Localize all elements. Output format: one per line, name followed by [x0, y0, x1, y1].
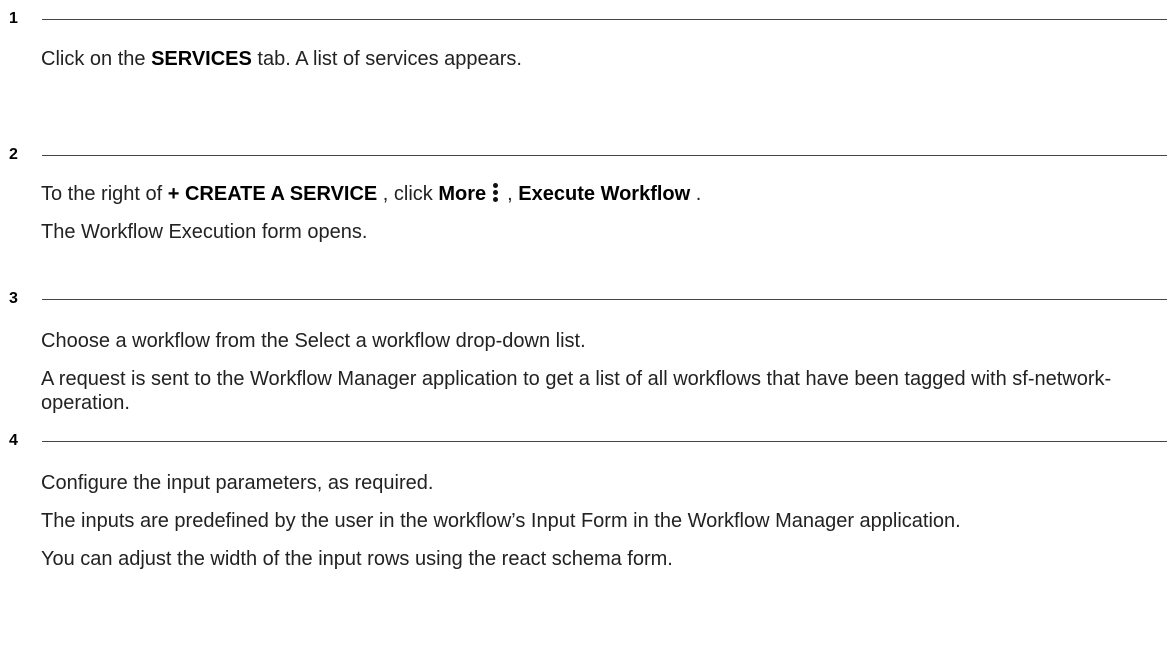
step-number: 4	[9, 432, 18, 449]
step-header: 4	[0, 422, 1173, 450]
instruction-text: Click on the	[41, 48, 152, 70]
step-number: 3	[9, 290, 18, 307]
create-service-reference: + CREATE A SERVICE	[167, 183, 378, 205]
step-instruction: Click on the SERVICES tab. A list of ser…	[41, 47, 1153, 71]
step-divider	[42, 299, 1167, 300]
instruction-text: tab. A list of services appears.	[251, 48, 522, 70]
step-header: 3	[0, 280, 1173, 308]
step-3: 3 Choose a workflow from the Select a wo…	[0, 280, 1173, 422]
step-2: 2 To the right of + CREATE A SERVICE , c…	[0, 136, 1173, 280]
step-number: 1	[9, 10, 18, 27]
instruction-text: ,	[507, 183, 519, 205]
instruction-text: .	[690, 183, 702, 205]
step-number: 2	[9, 146, 18, 163]
instruction-text: To the right of	[41, 183, 168, 205]
step-body: To the right of + CREATE A SERVICE , cli…	[41, 182, 1153, 244]
step-divider	[42, 441, 1167, 442]
step-instruction: To the right of + CREATE A SERVICE , cli…	[41, 182, 1153, 206]
step-result: The Workflow Execution form opens.	[41, 221, 368, 243]
step-body: Configure the input parameters, as requi…	[41, 471, 1153, 571]
step-divider	[42, 155, 1167, 156]
step-instruction: Configure the input parameters, as requi…	[41, 472, 434, 494]
step-header: 2	[0, 136, 1173, 164]
step-body: Choose a workflow from the Select a work…	[41, 329, 1153, 415]
step-1: 1 Click on the SERVICES tab. A list of s…	[0, 0, 1173, 136]
step-header: 1	[0, 0, 1173, 28]
step-divider	[42, 19, 1167, 20]
procedure-steps: 1 Click on the SERVICES tab. A list of s…	[0, 0, 1173, 571]
step-4: 4 Configure the input parameters, as req…	[0, 422, 1173, 571]
more-vertical-icon	[492, 182, 500, 204]
step-note: You can adjust the width of the input ro…	[41, 548, 673, 570]
execute-workflow-reference: Execute Workflow	[518, 183, 691, 205]
services-tab-reference: SERVICES	[151, 48, 252, 70]
step-body: Click on the SERVICES tab. A list of ser…	[41, 47, 1153, 71]
step-result: A request is sent to the Workflow Manage…	[41, 368, 1112, 414]
step-note: The inputs are predefined by the user in…	[41, 510, 961, 532]
instruction-text: , click	[377, 183, 439, 205]
more-reference: More	[438, 183, 487, 205]
step-instruction: Choose a workflow from the Select a work…	[41, 330, 586, 352]
